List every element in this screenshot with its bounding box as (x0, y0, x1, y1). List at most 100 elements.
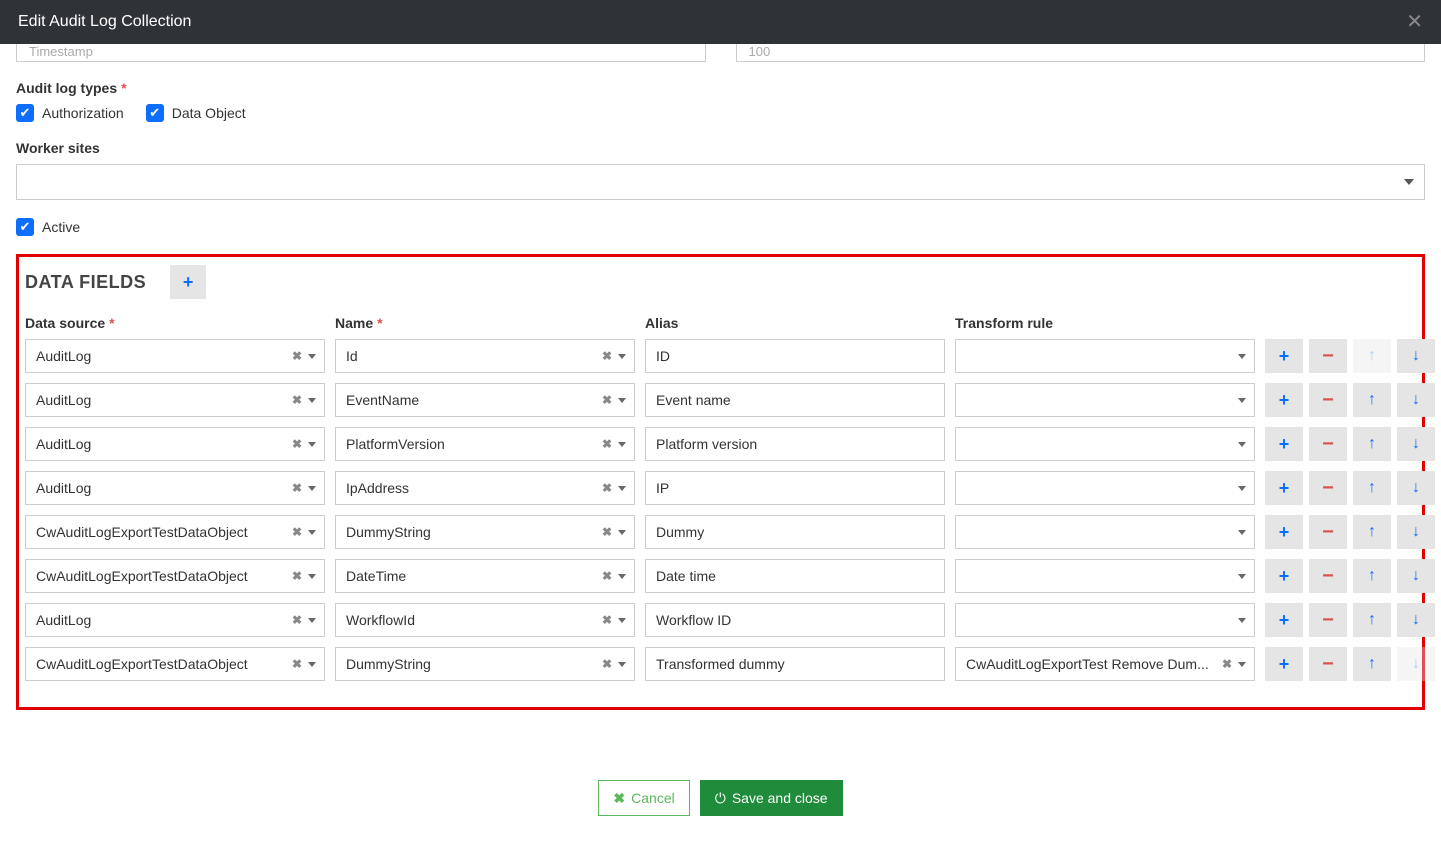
clear-icon[interactable]: ✖ (602, 437, 612, 451)
clear-icon[interactable]: ✖ (602, 349, 612, 363)
transform-select[interactable] (955, 427, 1255, 461)
authorization-checkbox[interactable]: Authorization (16, 104, 124, 122)
remove-row-button[interactable]: − (1309, 515, 1347, 549)
transform-select[interactable] (955, 471, 1255, 505)
alias-input[interactable]: Platform version (645, 427, 945, 461)
transform-select[interactable] (955, 515, 1255, 549)
name-select[interactable]: EventName✖ (335, 383, 635, 417)
chevron-down-icon[interactable] (308, 486, 316, 491)
remove-row-button[interactable]: − (1309, 559, 1347, 593)
chevron-down-icon[interactable] (618, 618, 626, 623)
move-up-button[interactable]: ↑ (1353, 383, 1391, 417)
add-row-button[interactable]: + (1265, 383, 1303, 417)
add-row-button[interactable]: + (1265, 427, 1303, 461)
name-select[interactable]: DummyString✖ (335, 515, 635, 549)
data-source-select[interactable]: AuditLog✖ (25, 339, 325, 373)
data-source-select[interactable]: AuditLog✖ (25, 603, 325, 637)
add-row-button[interactable]: + (1265, 603, 1303, 637)
remove-row-button[interactable]: − (1309, 383, 1347, 417)
clear-icon[interactable]: ✖ (602, 569, 612, 583)
chevron-down-icon[interactable] (1238, 398, 1246, 403)
chevron-down-icon[interactable] (1238, 354, 1246, 359)
data-source-select[interactable]: AuditLog✖ (25, 383, 325, 417)
clear-icon[interactable]: ✖ (292, 525, 302, 539)
chevron-down-icon[interactable] (618, 574, 626, 579)
chevron-down-icon[interactable] (308, 618, 316, 623)
chevron-down-icon[interactable] (308, 662, 316, 667)
chevron-down-icon[interactable] (618, 398, 626, 403)
data-source-select[interactable]: AuditLog✖ (25, 471, 325, 505)
move-up-button[interactable]: ↑ (1353, 559, 1391, 593)
name-select[interactable]: DateTime✖ (335, 559, 635, 593)
remove-row-button[interactable]: − (1309, 471, 1347, 505)
remove-row-button[interactable]: − (1309, 427, 1347, 461)
move-down-button[interactable]: ↓ (1397, 383, 1435, 417)
save-button[interactable]: Save and close (700, 780, 843, 816)
data-source-select[interactable]: CwAuditLogExportTestDataObject✖ (25, 647, 325, 681)
chevron-down-icon[interactable] (618, 442, 626, 447)
clear-icon[interactable]: ✖ (1222, 657, 1232, 671)
chevron-down-icon[interactable] (1238, 618, 1246, 623)
name-select[interactable]: IpAddress✖ (335, 471, 635, 505)
chevron-down-icon[interactable] (308, 442, 316, 447)
data-object-checkbox[interactable]: Data Object (146, 104, 246, 122)
alias-input[interactable]: Dummy (645, 515, 945, 549)
move-up-button[interactable]: ↑ (1353, 603, 1391, 637)
remove-row-button[interactable]: − (1309, 603, 1347, 637)
add-row-button[interactable]: + (1265, 559, 1303, 593)
clear-icon[interactable]: ✖ (292, 437, 302, 451)
chevron-down-icon[interactable] (1238, 486, 1246, 491)
alias-input[interactable]: ID (645, 339, 945, 373)
chevron-down-icon[interactable] (308, 398, 316, 403)
clear-icon[interactable]: ✖ (292, 657, 302, 671)
move-up-button[interactable]: ↑ (1353, 427, 1391, 461)
data-source-select[interactable]: CwAuditLogExportTestDataObject✖ (25, 559, 325, 593)
clear-icon[interactable]: ✖ (292, 569, 302, 583)
name-select[interactable]: WorkflowId✖ (335, 603, 635, 637)
alias-input[interactable]: Event name (645, 383, 945, 417)
chevron-down-icon[interactable] (618, 662, 626, 667)
clear-icon[interactable]: ✖ (602, 657, 612, 671)
add-row-button[interactable]: + (1265, 471, 1303, 505)
transform-select[interactable] (955, 339, 1255, 373)
move-down-button[interactable]: ↓ (1397, 339, 1435, 373)
transform-select[interactable] (955, 603, 1255, 637)
move-up-button[interactable]: ↑ (1353, 647, 1391, 681)
chevron-down-icon[interactable] (308, 530, 316, 535)
transform-select[interactable] (955, 559, 1255, 593)
alias-input[interactable]: Date time (645, 559, 945, 593)
chevron-down-icon[interactable] (618, 354, 626, 359)
transform-select[interactable]: CwAuditLogExportTest Remove Dum...✖ (955, 647, 1255, 681)
chevron-down-icon[interactable] (618, 530, 626, 535)
cancel-button[interactable]: ✖ Cancel (598, 780, 689, 816)
add-row-button[interactable]: + (1265, 515, 1303, 549)
clear-icon[interactable]: ✖ (602, 525, 612, 539)
chevron-down-icon[interactable] (618, 486, 626, 491)
chevron-down-icon[interactable] (1238, 574, 1246, 579)
clear-icon[interactable]: ✖ (292, 613, 302, 627)
move-down-button[interactable]: ↓ (1397, 559, 1435, 593)
worker-sites-select[interactable] (16, 164, 1425, 200)
add-row-button[interactable]: + (1265, 647, 1303, 681)
name-select[interactable]: PlatformVersion✖ (335, 427, 635, 461)
clear-icon[interactable]: ✖ (602, 481, 612, 495)
clear-icon[interactable]: ✖ (292, 393, 302, 407)
transform-select[interactable] (955, 383, 1255, 417)
chevron-down-icon[interactable] (308, 574, 316, 579)
clear-icon[interactable]: ✖ (602, 393, 612, 407)
name-select[interactable]: DummyString✖ (335, 647, 635, 681)
clear-icon[interactable]: ✖ (602, 613, 612, 627)
move-down-button[interactable]: ↓ (1397, 603, 1435, 637)
move-up-button[interactable]: ↑ (1353, 471, 1391, 505)
active-checkbox[interactable]: Active (16, 218, 80, 236)
clear-icon[interactable]: ✖ (292, 349, 302, 363)
remove-row-button[interactable]: − (1309, 647, 1347, 681)
alias-input[interactable]: IP (645, 471, 945, 505)
alias-input[interactable]: Transformed dummy (645, 647, 945, 681)
data-source-select[interactable]: CwAuditLogExportTestDataObject✖ (25, 515, 325, 549)
chevron-down-icon[interactable] (1238, 662, 1246, 667)
chevron-down-icon[interactable] (1238, 442, 1246, 447)
close-icon[interactable]: ✕ (1406, 12, 1423, 32)
name-select[interactable]: Id✖ (335, 339, 635, 373)
batch-size-field-cut[interactable]: 100 (736, 44, 1426, 62)
